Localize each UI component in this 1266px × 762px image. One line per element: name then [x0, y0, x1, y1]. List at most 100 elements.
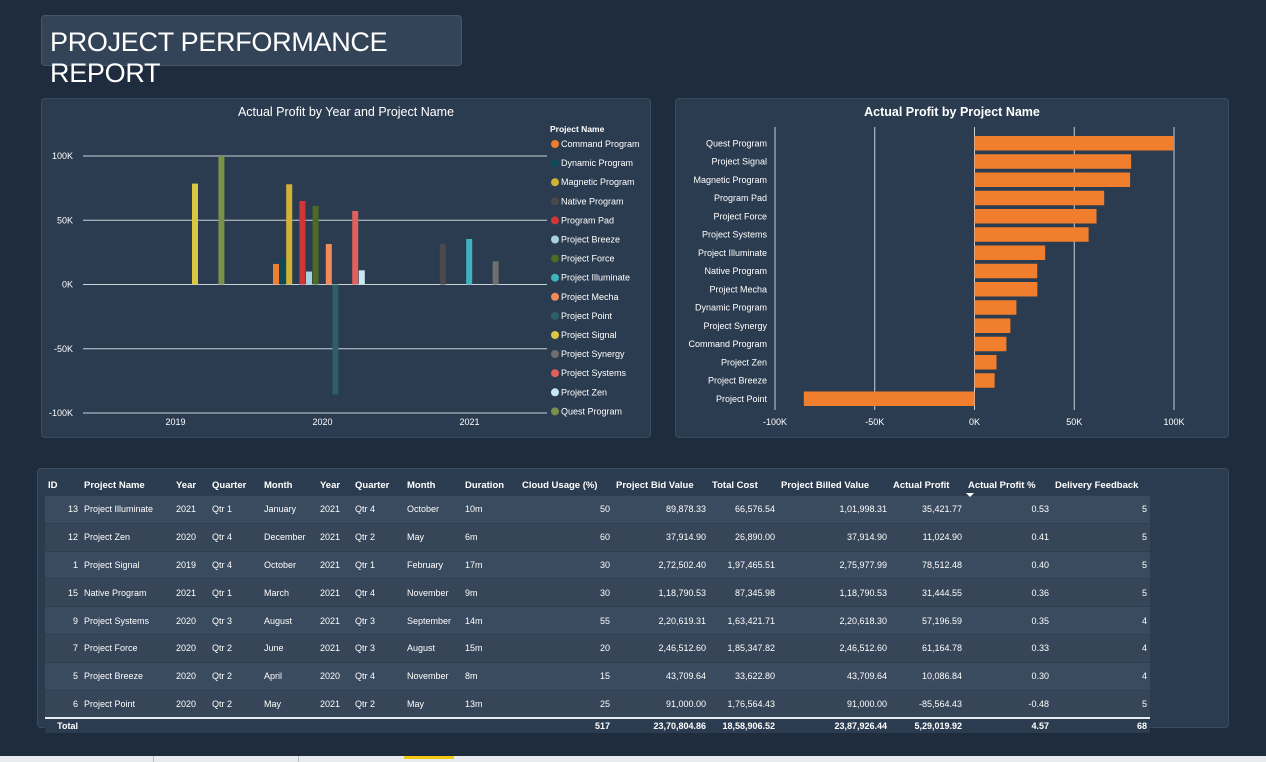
- y-tick-label: Quest Program: [706, 138, 767, 148]
- table-cell: 2021: [317, 578, 352, 607]
- table-cell: May: [404, 522, 462, 552]
- table-cell: 0.40: [965, 550, 1052, 579]
- y-tick-label: Project Point: [716, 394, 768, 404]
- table-cell: 2,46,512.60: [778, 633, 890, 663]
- column-header[interactable]: Year: [317, 475, 352, 496]
- y-tick-label: Project Signal: [711, 157, 767, 167]
- table-row[interactable]: 15 Native Program 2021 Qtr 1 March 2021 Qtr 4N…: [45, 578, 1150, 607]
- table-cell: 4: [1052, 633, 1150, 663]
- table-row[interactable]: 12 Project Zen 2020 Qtr 4 December 2021 Qtr 2M…: [45, 522, 1150, 552]
- x-tick-label: -100K: [763, 417, 787, 427]
- y-tick-label: Project Illuminate: [698, 248, 767, 258]
- column-header[interactable]: Delivery Feedback: [1052, 475, 1150, 496]
- x-tick-label: 2019: [165, 417, 185, 427]
- profit-by-project-chart-panel[interactable]: Actual Profit by Project Name -100K -50K 0…: [675, 98, 1229, 438]
- table-cell: 1,97,465.51: [709, 550, 778, 579]
- chart-bar: [192, 183, 198, 285]
- table-row[interactable]: 6 Project Point 2020 Qtr 2 May 2021 Qtr 2 May 13…: [45, 689, 1150, 719]
- table-cell: 5: [1052, 495, 1150, 524]
- column-header[interactable]: Actual Profit: [890, 475, 965, 496]
- report-title: PROJECT PERFORMANCE REPORT: [50, 27, 388, 88]
- column-header[interactable]: Project Bid Value: [613, 475, 709, 496]
- column-header[interactable]: Actual Profit %: [965, 475, 1052, 497]
- column-header[interactable]: Quarter: [352, 475, 404, 496]
- table-cell: Qtr 3: [352, 606, 404, 635]
- report-title-box: PROJECT PERFORMANCE REPORT: [41, 15, 462, 88]
- legend-marker: [551, 311, 559, 320]
- column-header[interactable]: Total Cost: [709, 475, 778, 496]
- table-cell: 60: [519, 522, 613, 552]
- chart-bar: [439, 244, 446, 285]
- column-header[interactable]: Cloud Usage (%): [519, 475, 613, 496]
- table-row[interactable]: 9 Project Systems 2020 Qtr 3 August 2021 Qtr 3…: [45, 606, 1150, 635]
- column-header[interactable]: Month: [404, 475, 462, 496]
- table-cell: 2021: [317, 550, 352, 579]
- table-cell: 12: [45, 522, 81, 552]
- y-tick-label: Dynamic Program: [695, 303, 767, 313]
- legend-item-label: Project Signal: [561, 330, 617, 340]
- table-cell: 10,086.84: [890, 661, 965, 691]
- sort-descending-icon[interactable]: [966, 493, 974, 497]
- table-cell: Qtr 2: [209, 689, 261, 719]
- total-cell: [352, 717, 404, 734]
- column-header[interactable]: Duration: [462, 475, 519, 496]
- table-cell: Qtr 4: [352, 661, 404, 691]
- table-cell: 1,18,790.53: [613, 578, 709, 607]
- table-row[interactable]: 1 Project Signal 2019 Qtr 4 October 2021 Qtr 1…: [45, 550, 1150, 579]
- page-tab-divider: [153, 756, 154, 762]
- table-cell: Project Breeze: [81, 661, 173, 691]
- table-cell: -85,564.43: [890, 689, 965, 719]
- table-cell: Qtr 1: [209, 495, 261, 524]
- project-table-panel[interactable]: ID Project Name Year Quarter Month Year Quarte…: [37, 468, 1229, 734]
- legend-marker: [551, 350, 559, 359]
- profit-by-year-chart-panel[interactable]: Actual Profit by Year and Project Name -…: [41, 98, 651, 438]
- y-tick-label: Magnetic Program: [693, 175, 767, 185]
- total-cell: 68: [1052, 717, 1150, 734]
- table-cell: 2021: [317, 689, 352, 719]
- legend-marker: [551, 235, 559, 244]
- total-cell: [81, 717, 173, 734]
- column-header[interactable]: ID: [45, 475, 81, 496]
- table-cell: 1,85,347.82: [709, 633, 778, 663]
- page-tabs-bar: [0, 756, 1266, 762]
- table-cell: Project Signal: [81, 550, 173, 579]
- table-row[interactable]: 5 Project Breeze 2020 Qtr 2 April 2020 Qtr 4 No…: [45, 661, 1150, 691]
- active-page-tab-indicator[interactable]: [404, 756, 454, 759]
- legend-item-label: Project Point: [561, 311, 613, 321]
- table-row[interactable]: 7 Project Force 2020 Qtr 2 June 2021 Qtr 3 Augu…: [45, 633, 1150, 663]
- project-performance-table[interactable]: ID Project Name Year Quarter Month Year Quarte…: [45, 475, 1150, 734]
- total-cell: [209, 717, 261, 734]
- table-cell: Native Program: [81, 578, 173, 607]
- legend-item-label: Project Force: [561, 254, 615, 264]
- column-header[interactable]: Year: [173, 475, 209, 496]
- total-cell: 18,58,906.52: [709, 717, 778, 734]
- chart-bar: [492, 261, 499, 285]
- total-cell: 5,29,019.92: [890, 717, 965, 734]
- table-cell: 6: [45, 689, 81, 719]
- column-header[interactable]: Quarter: [209, 475, 261, 496]
- table-cell: May: [404, 689, 462, 719]
- table-cell: 2,46,512.60: [613, 633, 709, 663]
- table-cell: May: [261, 689, 317, 719]
- table-cell: 55: [519, 606, 613, 635]
- table-cell: 33,622.80: [709, 661, 778, 691]
- y-tick-label: Command Program: [688, 339, 767, 349]
- table-cell: June: [261, 633, 317, 663]
- y-tick-label: Project Synergy: [703, 321, 767, 331]
- table-cell: 5: [1052, 578, 1150, 607]
- table-cell: 1,01,998.31: [778, 495, 890, 524]
- table-cell: 5: [1052, 550, 1150, 579]
- chart-bar: [974, 282, 1038, 297]
- column-header[interactable]: Month: [261, 475, 317, 496]
- total-cell: 517: [519, 717, 613, 734]
- legend-marker: [551, 159, 559, 168]
- table-cell: Qtr 2: [209, 661, 261, 691]
- table-cell: 2020: [173, 522, 209, 552]
- column-header[interactable]: Project Name: [81, 475, 173, 496]
- table-cell: 2,75,977.99: [778, 550, 890, 579]
- profit-by-year-chart[interactable]: -100K -50K 0K 50K 100K 2019 2020 2021 Project Na…: [42, 99, 650, 437]
- profit-by-project-chart[interactable]: -100K -50K 0K 50K 100K Quest Program Project S…: [676, 99, 1228, 437]
- table-cell: 0.36: [965, 578, 1052, 607]
- table-row[interactable]: 13 Project Illuminate 2021 Qtr 1 January 2021…: [45, 495, 1150, 524]
- column-header[interactable]: Project Billed Value: [778, 475, 890, 496]
